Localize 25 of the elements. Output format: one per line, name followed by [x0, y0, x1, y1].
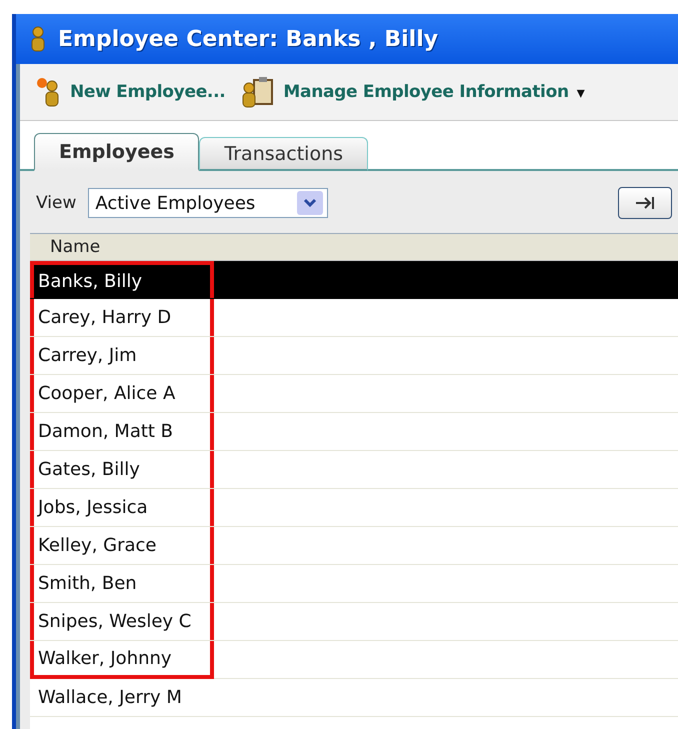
view-label: View: [36, 193, 76, 213]
table-row[interactable]: Gates, Billy: [30, 451, 678, 489]
chevron-down-icon: [297, 191, 324, 215]
toolbar-button[interactable]: Manage Employee Information ▾: [241, 76, 584, 108]
table-row[interactable]: Cooper, Alice A: [30, 375, 678, 413]
table-row[interactable]: Damon, Matt B: [30, 413, 678, 451]
table-row[interactable]: Carrey, Jim: [30, 337, 678, 375]
view-dropdown[interactable]: Active Employees: [88, 188, 328, 218]
window-title: Employee Center: Banks , Billy: [58, 26, 438, 52]
tab[interactable]: Employees: [34, 133, 200, 171]
name-cell-text: Wallace, Jerry M: [37, 686, 183, 710]
collapse-button[interactable]: [618, 187, 672, 219]
column-header[interactable]: Name: [30, 234, 678, 261]
arrow-to-line-icon: [634, 195, 656, 211]
person-icon: [30, 26, 46, 52]
table-row[interactable]: Banks, Billy: [30, 261, 678, 299]
table-row[interactable]: Carey, Harry D: [30, 299, 678, 337]
table-row[interactable]: Smith, Ben: [30, 565, 678, 603]
table-row[interactable]: Snipes, Wesley C: [30, 603, 678, 641]
toolbar-button[interactable]: New Employee...: [36, 77, 226, 107]
person-clipboard-icon: [241, 76, 276, 108]
table-row[interactable]: Kelley, Grace: [30, 527, 678, 565]
table-row[interactable]: Walker, Johnny: [30, 641, 678, 679]
tab[interactable]: Transactions: [199, 137, 368, 171]
table-row[interactable]: Jobs, Jessica: [30, 489, 678, 527]
